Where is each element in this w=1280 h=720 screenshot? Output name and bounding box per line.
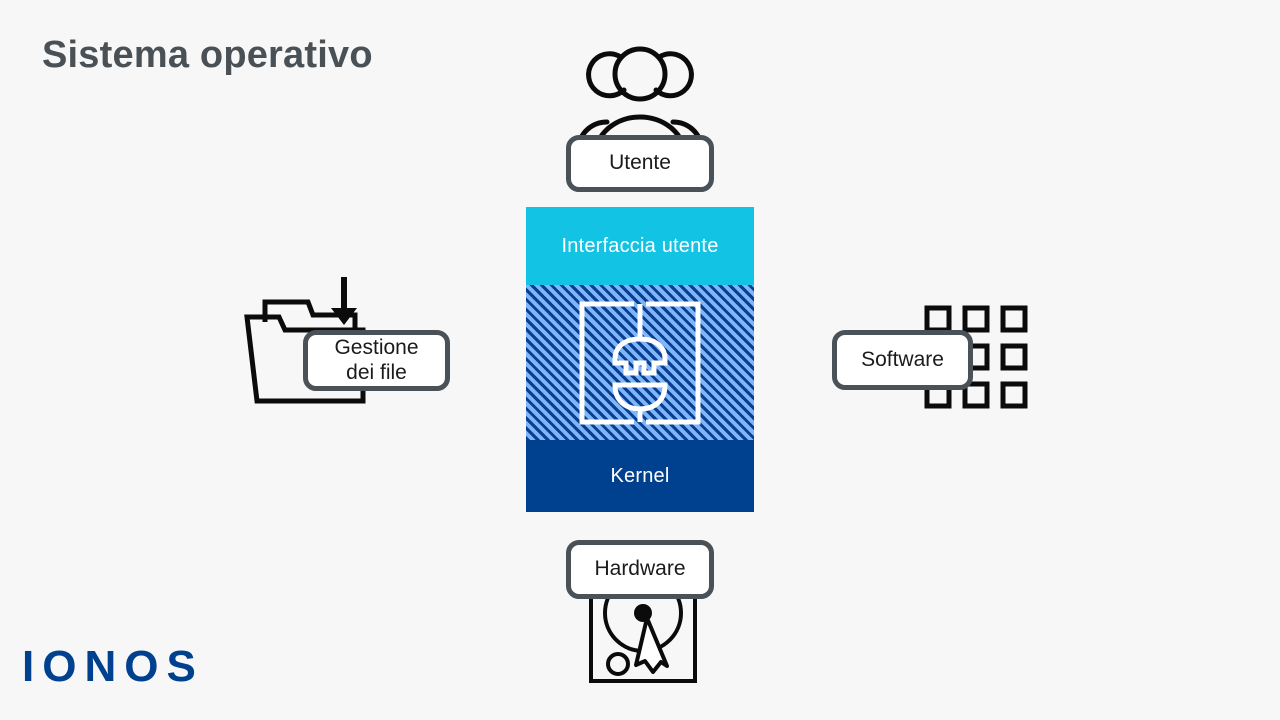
node-label-hardware-text: Hardware [594, 557, 686, 581]
plug-socket-icon [579, 301, 701, 425]
file-management-line2: dei file [346, 360, 407, 384]
os-layer-kernel-label: Kernel [610, 464, 670, 487]
os-layer-kernel[interactable]: Kernel [526, 440, 754, 512]
node-label-file-management[interactable]: Gestione dei file [303, 330, 450, 391]
os-layer-stack: Interfaccia utente Kernel [526, 207, 754, 512]
node-label-software[interactable]: Software [832, 330, 973, 390]
file-management-line1: Gestione [334, 335, 419, 359]
node-label-file-management-text: Gestione dei file [334, 336, 418, 386]
slide-canvas: Sistema operativo Utente Interfaccia ute… [0, 0, 1280, 720]
node-label-user[interactable]: Utente [566, 135, 714, 192]
node-label-user-text: Utente [609, 151, 671, 175]
node-label-software-text: Software [861, 347, 944, 371]
os-layer-user-interface-label: Interfaccia utente [561, 234, 719, 257]
page-title: Sistema operativo [42, 34, 373, 76]
os-layer-user-interface[interactable]: Interfaccia utente [526, 207, 754, 285]
node-label-hardware[interactable]: Hardware [566, 540, 714, 599]
ionos-logo: IONOS [22, 642, 204, 691]
os-layer-core[interactable] [526, 285, 754, 440]
